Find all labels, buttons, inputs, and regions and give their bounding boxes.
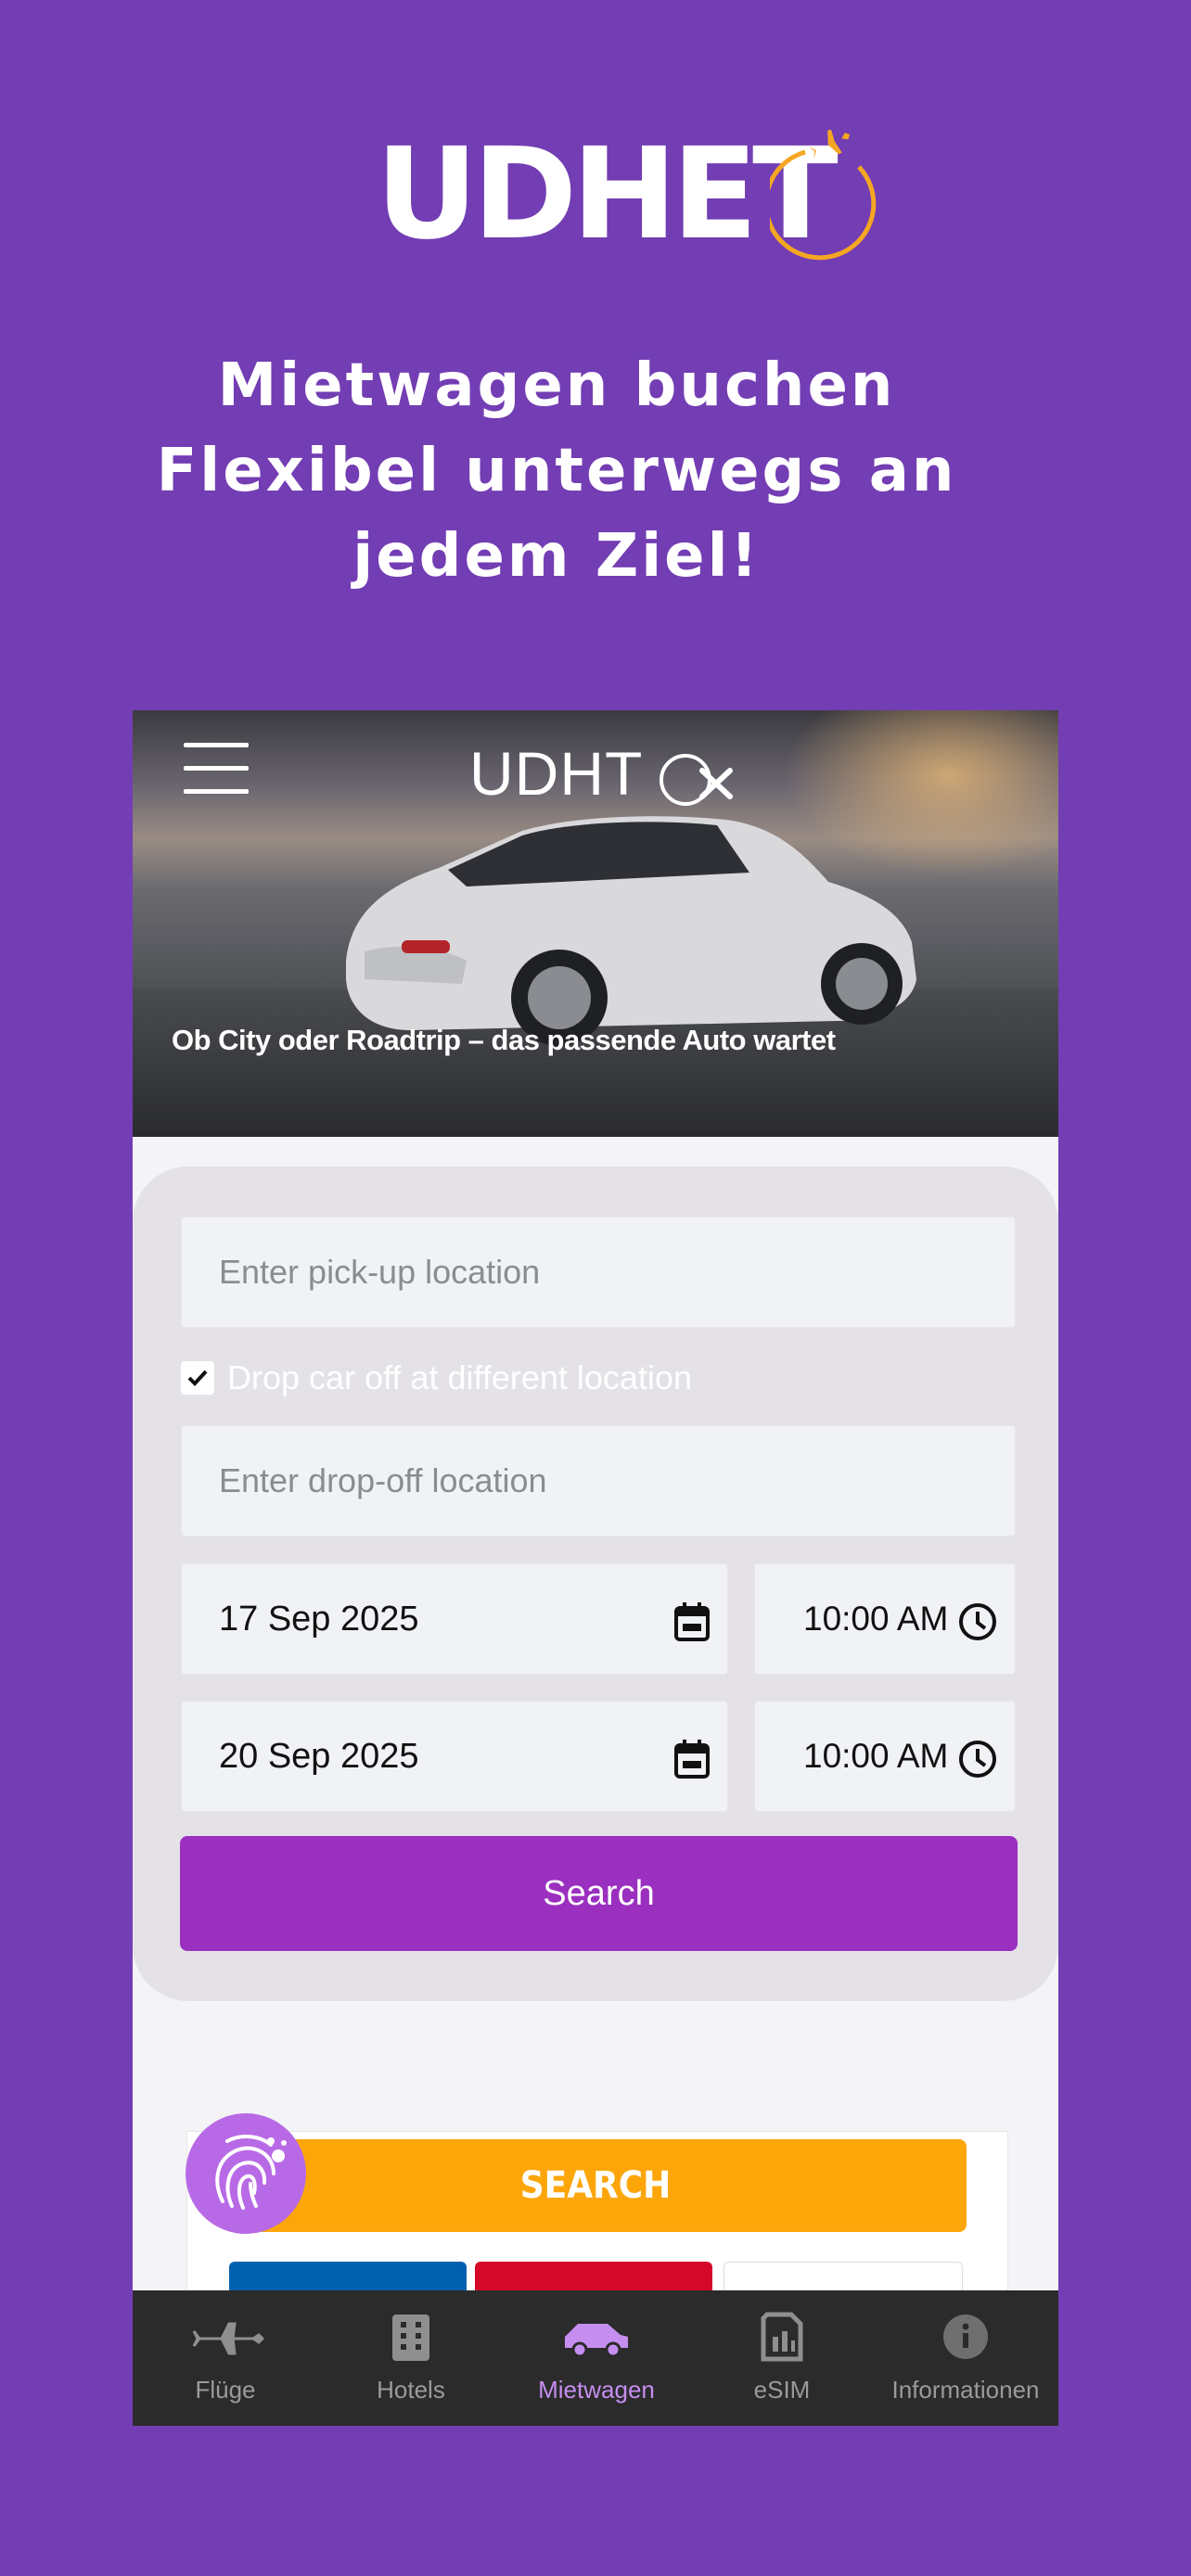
hero-caption: Ob City oder Roadtrip – das passende Aut… bbox=[172, 1024, 836, 1056]
menu-button[interactable] bbox=[184, 743, 249, 798]
nav-item-fluege[interactable]: Flüge bbox=[133, 2290, 318, 2426]
calendar-icon bbox=[674, 1740, 710, 1779]
info-icon bbox=[943, 2315, 988, 2359]
search-button[interactable]: Search bbox=[180, 1836, 1018, 1951]
return-time-value: 10:00 AM bbox=[803, 1737, 949, 1775]
dropoff-location-field[interactable] bbox=[181, 1425, 1016, 1537]
calendar-icon bbox=[674, 1602, 710, 1641]
pickup-date-value: 17 Sep 2025 bbox=[219, 1600, 419, 1639]
clock-icon bbox=[959, 1603, 996, 1640]
hamburger-line bbox=[184, 743, 249, 747]
return-time-field[interactable]: 10:00 AM bbox=[754, 1701, 1016, 1812]
brand-logo: UDHET bbox=[0, 111, 1191, 278]
nav-label: Informationen bbox=[891, 2376, 1040, 2404]
fingerprint-icon bbox=[215, 2135, 287, 2210]
check-icon bbox=[187, 1370, 208, 1386]
pickup-location-input[interactable] bbox=[182, 1218, 1015, 1327]
plane-icon bbox=[192, 2322, 265, 2355]
hamburger-line bbox=[184, 789, 249, 794]
tagline-line-1: Mietwagen buchen bbox=[217, 351, 896, 420]
bottom-nav: Flüge Hotels Mietwagen eSIM Informatione… bbox=[133, 2290, 1058, 2426]
nav-label: eSIM bbox=[753, 2376, 811, 2404]
car-icon bbox=[565, 2324, 628, 2358]
cookie-settings-button[interactable] bbox=[186, 2113, 306, 2234]
tagline-line-2: Flexibel unterwegs an bbox=[156, 437, 957, 505]
return-date-field[interactable]: 20 Sep 2025 bbox=[181, 1701, 728, 1812]
app-logo-text: UDHT bbox=[469, 739, 643, 808]
dropoff-location-input[interactable] bbox=[182, 1426, 1015, 1536]
plane-orbit-icon bbox=[660, 753, 734, 806]
pickup-date-field[interactable]: 17 Sep 2025 bbox=[181, 1563, 728, 1675]
tagline: Mietwagen buchen Flexibel unterwegs an j… bbox=[93, 343, 1020, 599]
building-icon bbox=[392, 2315, 429, 2361]
pickup-time-field[interactable]: 10:00 AM bbox=[754, 1563, 1016, 1675]
dropoff-checkbox-label: Drop car off at different location bbox=[227, 1358, 692, 1396]
plane-orbit-icon bbox=[770, 130, 877, 261]
nav-item-esim[interactable]: eSIM bbox=[689, 2290, 875, 2426]
nav-item-informationen[interactable]: Informationen bbox=[873, 2290, 1058, 2426]
return-date-value: 20 Sep 2025 bbox=[219, 1737, 419, 1776]
hero-banner: UDHT Ob City oder Roadtrip – das passend… bbox=[133, 710, 1058, 1137]
nav-item-mietwagen[interactable]: Mietwagen bbox=[504, 2290, 689, 2426]
nav-item-hotels[interactable]: Hotels bbox=[318, 2290, 504, 2426]
app-logo: UDHT bbox=[469, 736, 739, 811]
hamburger-line bbox=[184, 766, 249, 771]
car-search-form: Drop car off at different location 17 Se… bbox=[133, 1167, 1058, 2001]
nav-label: Flüge bbox=[195, 2376, 256, 2404]
brand-logo-text: UDHET bbox=[376, 121, 839, 268]
clock-icon bbox=[959, 1741, 996, 1778]
nav-label: Mietwagen bbox=[538, 2376, 655, 2404]
nav-label: Hotels bbox=[377, 2376, 445, 2404]
pickup-time-value: 10:00 AM bbox=[803, 1600, 949, 1638]
pickup-location-field[interactable] bbox=[181, 1217, 1016, 1328]
app-screen: UDHT Ob City oder Roadtrip – das passend… bbox=[133, 710, 1058, 2426]
dropoff-checkbox[interactable] bbox=[181, 1361, 214, 1395]
widget-search-button[interactable]: SEARCH bbox=[224, 2139, 967, 2232]
sim-card-icon bbox=[761, 2312, 803, 2362]
tagline-line-3: jedem Ziel! bbox=[352, 522, 761, 591]
